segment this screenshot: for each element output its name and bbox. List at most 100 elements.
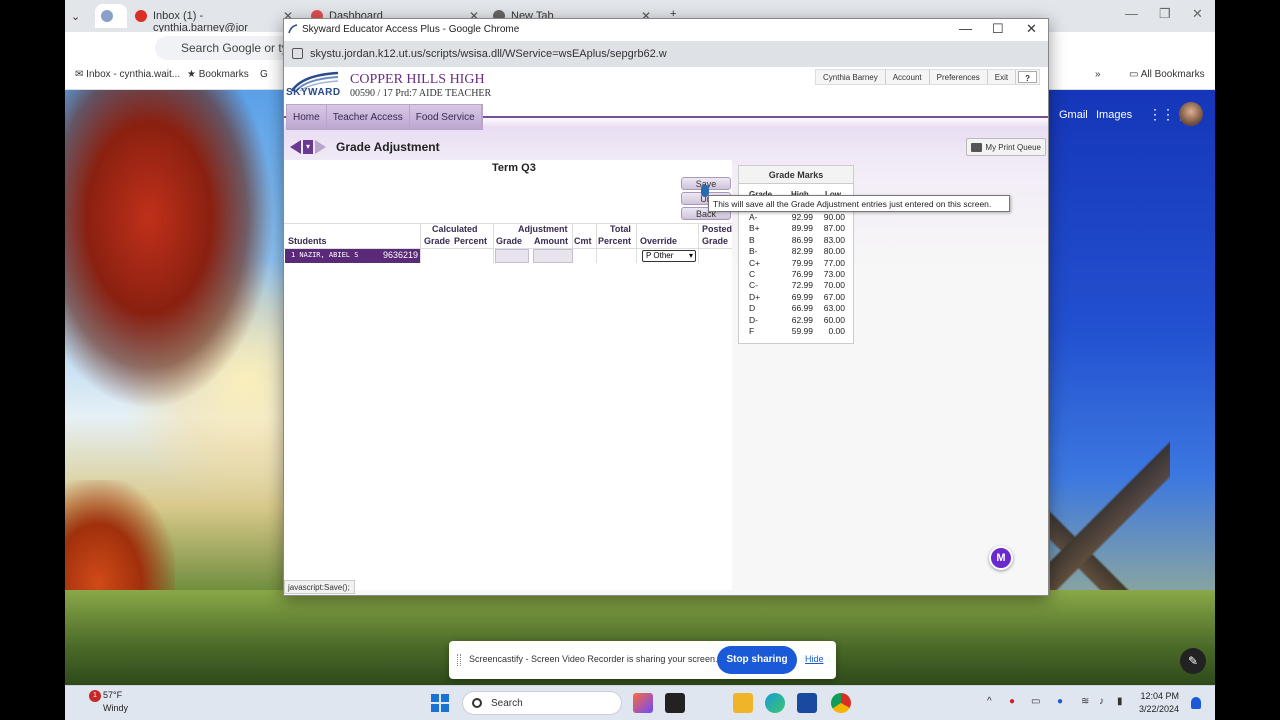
hide-link[interactable]: Hide: [805, 654, 824, 664]
volume-icon[interactable]: ♪: [1099, 696, 1104, 707]
header-total: Total: [610, 224, 631, 234]
grade-mark-low: 80.00: [823, 246, 845, 257]
tab-search-icon[interactable]: ⌄: [71, 4, 91, 28]
grade-mark-row: B- 82.99 80.00: [739, 246, 855, 257]
wifi-icon[interactable]: ≋: [1081, 696, 1089, 707]
notification-bell-icon[interactable]: [1191, 697, 1201, 709]
grade-mark-low: 90.00: [823, 212, 845, 222]
maximize-icon[interactable]: ❐: [1159, 6, 1171, 22]
tray-chevron-icon[interactable]: ^: [987, 696, 992, 707]
all-bookmarks[interactable]: ▭ All Bookmarks: [1129, 69, 1205, 80]
popup-url[interactable]: skystu.jordan.k12.ut.us/scripts/wsisa.dl…: [310, 48, 667, 60]
class-info: 00590 / 17 Prd:7 AIDE TEACHER: [350, 88, 492, 99]
list-menu-icon[interactable]: ▾: [303, 140, 313, 154]
tab-skyward[interactable]: [95, 4, 127, 28]
previous-arrow-icon[interactable]: [290, 140, 301, 154]
adjustment-grade-input[interactable]: [495, 249, 529, 263]
stop-sharing-button[interactable]: Stop sharing: [717, 646, 797, 674]
drag-handle-icon[interactable]: [457, 654, 461, 666]
popup-titlebar: Skyward Educator Access Plus - Google Ch…: [284, 19, 1048, 41]
next-arrow-icon[interactable]: [315, 140, 326, 154]
edge-icon[interactable]: [765, 693, 785, 713]
extension-badge[interactable]: M: [989, 546, 1013, 570]
account-link[interactable]: Account: [886, 70, 930, 84]
search-icon: [472, 698, 482, 708]
grade-mark-high: 79.99: [791, 257, 813, 268]
grade-mark-row: C 76.99 73.00: [739, 269, 855, 280]
grade-mark-letter: B-: [749, 246, 758, 257]
copilot-icon[interactable]: [633, 693, 653, 713]
popup-maximize-icon[interactable]: ☐: [992, 21, 1004, 37]
pencil-icon[interactable]: ✎: [1180, 648, 1206, 674]
bookmarks-overflow-icon[interactable]: »: [1095, 69, 1101, 80]
grade-mark-low: 87.00: [823, 223, 845, 234]
skyward-window-icon: [288, 24, 298, 34]
account-avatar[interactable]: [1179, 102, 1203, 126]
popup-address-bar[interactable]: skystu.jordan.k12.ut.us/scripts/wsisa.dl…: [284, 41, 1048, 67]
top-links: Cynthia Barney Account Preferences Exit …: [815, 69, 1040, 85]
adjustment-amount-input[interactable]: [533, 249, 573, 263]
nav-food-service[interactable]: Food Service: [410, 105, 482, 129]
weather-condition: Windy: [103, 703, 129, 713]
clock[interactable]: 12:04 PM 3/22/2024: [1139, 690, 1179, 716]
popup-close-icon[interactable]: ✕: [1026, 21, 1037, 37]
taskbar-search[interactable]: Search: [462, 691, 622, 715]
battery-icon[interactable]: ▮: [1117, 696, 1123, 707]
help-button[interactable]: ?: [1018, 71, 1037, 83]
grade-mark-row: F 59.99 0.00: [739, 326, 855, 337]
grade-mark-letter: C+: [749, 257, 761, 268]
windows-start-icon[interactable]: [431, 694, 449, 712]
close-icon[interactable]: ✕: [1192, 6, 1203, 22]
column-divider: [636, 223, 637, 263]
grade-mark-high: 72.99: [791, 280, 813, 291]
school-name: COPPER HILLS HIGH: [350, 72, 485, 87]
grade-mark-letter: D: [749, 303, 756, 314]
grade-mark-letter: B+: [749, 223, 760, 234]
grade-mark-row: C+ 79.99 77.00: [739, 258, 855, 269]
minimize-icon[interactable]: —: [1125, 6, 1138, 21]
grade-mark-low: 77.00: [823, 257, 845, 268]
override-select[interactable]: P Other ▾: [642, 250, 696, 262]
exit-link[interactable]: Exit: [988, 70, 1017, 84]
grade-mark-high: 86.99: [791, 234, 813, 245]
grade-mark-letter: C: [749, 269, 756, 279]
chrome-taskbar-icon[interactable]: [831, 693, 851, 713]
header-cmt: Cmt: [574, 236, 592, 246]
skyward-tab-icon: [101, 10, 113, 22]
images-link[interactable]: Images: [1096, 109, 1132, 121]
grade-mark-row: D+ 69.99 67.00: [739, 292, 855, 303]
grade-mark-high: 59.99: [791, 326, 813, 336]
grade-mark-row: A- 92.99 90.00: [739, 212, 855, 223]
tray-display-icon[interactable]: ▭: [1031, 696, 1040, 707]
site-info-icon[interactable]: [292, 48, 303, 59]
print-queue-button[interactable]: My Print Queue: [966, 138, 1046, 156]
store-icon[interactable]: [797, 693, 817, 713]
header-total-percent: Percent: [598, 236, 632, 246]
popup-minimize-icon[interactable]: —: [959, 21, 972, 36]
column-divider: [420, 223, 421, 263]
grade-mark-row: C- 72.99 70.00: [739, 280, 855, 291]
mouse-cursor-icon: [701, 185, 709, 197]
nav-teacher-access[interactable]: Teacher Access: [327, 105, 410, 129]
grade-adjustment-grid: Term Q3 Save Un Back Students Calculated…: [284, 160, 732, 590]
header-students[interactable]: Students: [288, 236, 327, 246]
column-divider: [698, 223, 699, 263]
header-calc-percent: Percent: [454, 236, 488, 246]
user-name-link[interactable]: Cynthia Barney: [816, 70, 886, 84]
file-explorer-icon[interactable]: [733, 693, 753, 713]
bookmark-google[interactable]: G: [260, 69, 268, 80]
header-override: Override: [640, 236, 678, 246]
bookmark-bookmarks[interactable]: ★ Bookmarks: [187, 69, 249, 80]
nav-home[interactable]: Home: [287, 105, 327, 129]
student-row[interactable]: 1 NAZIR, ABIEL S 9636219: [285, 249, 420, 263]
grade-mark-low: 70.00: [823, 280, 845, 291]
bookmark-inbox[interactable]: ✉ Inbox - cynthia.wait...: [75, 69, 180, 80]
tab-inbox[interactable]: Inbox (1) - cynthia.barney@jor ✕: [129, 4, 299, 34]
preferences-link[interactable]: Preferences: [930, 70, 988, 84]
gmail-link[interactable]: Gmail: [1059, 109, 1088, 121]
grade-mark-high: 76.99: [791, 269, 813, 279]
taskview-icon[interactable]: [665, 693, 685, 713]
microphone-icon[interactable]: ●: [1057, 696, 1063, 707]
tray-app-icon[interactable]: ●: [1009, 696, 1015, 707]
grade-mark-high: 92.99: [791, 212, 813, 222]
